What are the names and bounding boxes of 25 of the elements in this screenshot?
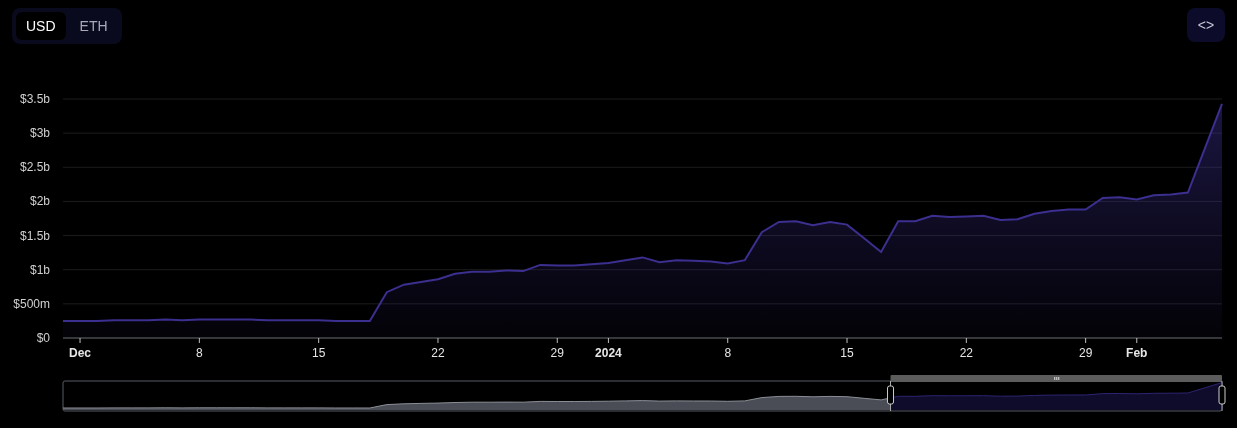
x-axis-label: 8 xyxy=(196,346,203,360)
x-axis-label: 8 xyxy=(724,346,732,360)
y-axis-label: $0 xyxy=(36,331,50,345)
y-axis-label: $3b xyxy=(29,126,50,141)
x-axis-label: 22 xyxy=(431,346,445,360)
x-axis-label: 15 xyxy=(312,346,326,360)
y-axis-label: $2.5b xyxy=(19,160,50,175)
currency-tab[interactable]: ETH xyxy=(69,12,118,40)
x-axis-label: 22 xyxy=(959,346,973,360)
embed-button[interactable]: <> xyxy=(1187,8,1225,42)
currency-tab[interactable]: USD xyxy=(16,12,66,40)
left-handle[interactable] xyxy=(887,380,895,412)
brush-handle-bar[interactable] xyxy=(890,375,1222,382)
x-axis-label: 29 xyxy=(1078,346,1093,360)
x-axis-label: 2024 xyxy=(595,346,622,360)
y-axis-label: $2b xyxy=(29,194,50,209)
x-axis-label: Feb xyxy=(1126,346,1148,360)
y-axis-label: $1b xyxy=(29,262,50,277)
right-handle[interactable] xyxy=(1218,380,1226,412)
x-axis-label: 15 xyxy=(840,346,854,360)
y-axis-label: $3.5b xyxy=(19,92,50,106)
y-axis-label: $1.5b xyxy=(19,228,50,243)
x-axis-label: 29 xyxy=(550,346,564,360)
y-axis-label: $500m xyxy=(13,296,50,311)
x-axis-label: Dec xyxy=(69,346,92,360)
